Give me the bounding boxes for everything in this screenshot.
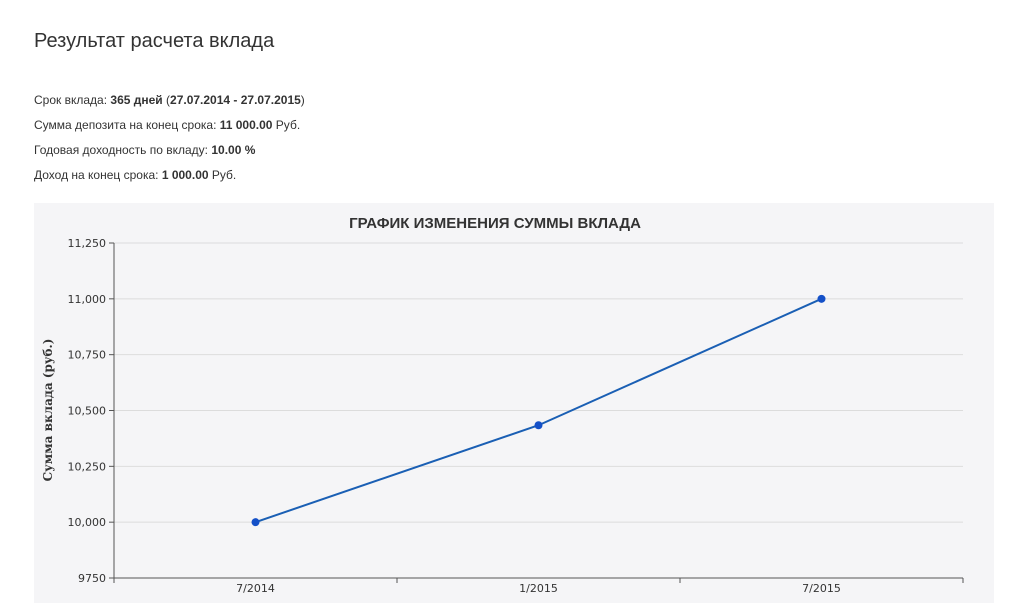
- x-tick-label: 7/2015: [802, 582, 841, 595]
- deposit-chart-panel: ГРАФИК ИЗМЕНЕНИЯ СУММЫ ВКЛАДА 9750 10,000…: [34, 203, 994, 603]
- deposit-chart: ГРАФИК ИЗМЕНЕНИЯ СУММЫ ВКЛАДА 9750 10,000…: [41, 215, 964, 595]
- data-point: [251, 518, 260, 527]
- summary-value: 1 000.00: [161, 168, 209, 182]
- summary-row-final-amount: Сумма депозита на конец срока: 11 000.00…: [34, 113, 305, 138]
- summary-value: 365 дней: [110, 93, 163, 107]
- summary-label: Сумма депозита на конец срока:: [34, 118, 220, 132]
- y-tick-label: 11,250: [68, 237, 107, 250]
- summary-value: 11 000.00: [219, 118, 273, 132]
- x-tick-label: 7/2014: [236, 582, 275, 595]
- chart-grid: [114, 242, 963, 523]
- data-point: [817, 294, 826, 303]
- chart-title: ГРАФИК ИЗМЕНЕНИЯ СУММЫ ВКЛАДА: [349, 215, 641, 232]
- deposit-summary: Срок вклада: 365 дней (27.07.2014 - 27.0…: [34, 88, 305, 188]
- chart-axes: [109, 242, 964, 583]
- y-tick-labels: 9750 10,000 10,250 10,500 10,750 11,000 11,250: [68, 237, 107, 585]
- deposit-result-page: Результат расчета вклада Срок вклада: 36…: [0, 0, 1034, 614]
- y-tick-label: 10,750: [68, 349, 107, 362]
- summary-dates: 27.07.2014 - 27.07.2015: [170, 93, 301, 107]
- summary-suffix: Руб.: [208, 168, 237, 182]
- page-title: Результат расчета вклада: [34, 30, 275, 52]
- y-tick-label: 10,500: [68, 405, 107, 418]
- summary-row-annual-yield: Годовая доходность по вкладу: 10.00 %: [34, 138, 305, 163]
- summary-suffix: Руб.: [272, 118, 301, 132]
- y-tick-label: 10,250: [68, 460, 107, 473]
- x-tick-label: 1/2015: [519, 582, 558, 595]
- data-point: [534, 421, 543, 430]
- summary-suffix: (: [162, 93, 171, 107]
- y-tick-label: 10,000: [68, 516, 107, 529]
- summary-row-term: Срок вклада: 365 дней (27.07.2014 - 27.0…: [34, 88, 305, 113]
- y-tick-label: 11,000: [68, 293, 107, 306]
- y-tick-label: 9750: [78, 572, 106, 585]
- summary-label: Доход на конец срока:: [34, 168, 162, 182]
- summary-row-income: Доход на конец срока: 1 000.00 Руб.: [34, 163, 305, 188]
- summary-label: Срок вклада:: [34, 93, 111, 107]
- summary-value: 10.00 %: [211, 143, 256, 157]
- y-axis-title: Сумма вклада (руб.): [41, 339, 55, 482]
- x-tick-labels: 7/2014 1/2015 7/2015: [236, 582, 841, 595]
- summary-suffix2: ): [300, 93, 305, 107]
- summary-label: Годовая доходность по вкладу:: [34, 143, 212, 157]
